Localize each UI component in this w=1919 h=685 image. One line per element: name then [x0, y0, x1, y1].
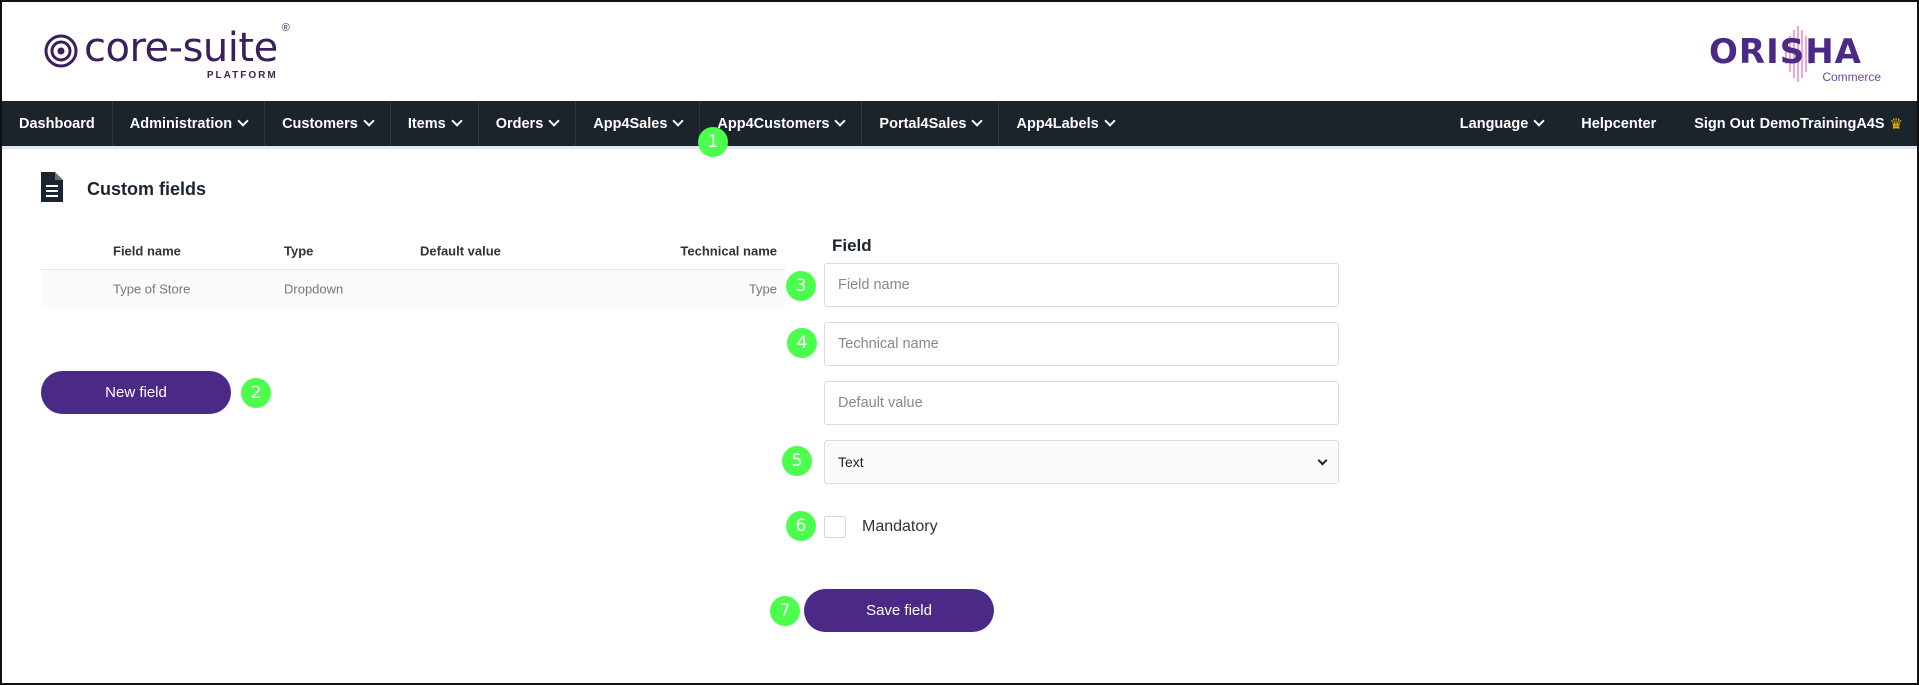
annotation-badge-7: 7	[770, 596, 800, 626]
nav-app4sales[interactable]: App4Sales	[576, 101, 701, 146]
annotation-badge-3: 3	[786, 271, 816, 301]
partner-subtitle: Commerce	[1822, 70, 1881, 84]
crown-icon: ♛	[1889, 115, 1903, 133]
nav-administration[interactable]: Administration	[113, 101, 266, 146]
save-field-button[interactable]: Save field	[804, 589, 994, 632]
chevron-down-icon	[451, 115, 463, 127]
nav-label: Administration	[129, 115, 233, 132]
page-title: Custom fields	[87, 179, 207, 199]
chevron-down-icon	[1317, 455, 1328, 465]
technical-name-input[interactable]: Technical name	[824, 322, 1339, 366]
table-header: Field name Type Default value Technical …	[41, 232, 785, 270]
nav-orders[interactable]: Orders	[479, 101, 577, 146]
orisha-logo: ORISHA Commerce	[1709, 24, 1881, 84]
table-row[interactable]: Type of Store Dropdown Type	[41, 270, 785, 308]
nav-label: Customers	[282, 115, 358, 132]
nav-right-group: Language Helpcenter Sign Out DemoTrainin…	[1441, 101, 1917, 146]
main-navbar: Dashboard Administration Customers Items…	[2, 101, 1917, 146]
nav-app4labels[interactable]: App4Labels	[999, 101, 1130, 146]
nav-portal4sales[interactable]: Portal4Sales	[862, 101, 1000, 146]
nav-label: App4Customers	[717, 115, 830, 132]
chevron-down-icon	[971, 115, 984, 127]
core-suite-rings-icon	[44, 34, 78, 68]
core-suite-logo[interactable]: core-suite ® PLATFORM	[44, 22, 290, 81]
default-value-input[interactable]: Default value	[824, 381, 1339, 425]
cell-type: Dropdown	[284, 281, 344, 297]
mandatory-checkbox[interactable]	[824, 516, 846, 538]
nav-label: Items	[407, 115, 446, 132]
nav-label: Portal4Sales	[879, 115, 967, 132]
nav-label: App4Labels	[1016, 115, 1099, 132]
chevron-down-icon	[834, 115, 847, 127]
mandatory-label[interactable]: Mandatory	[862, 518, 938, 536]
column-header-type[interactable]: Type	[284, 243, 313, 258]
brand-subtitle: PLATFORM	[206, 70, 278, 81]
nav-helpcenter[interactable]: Helpcenter	[1562, 101, 1675, 146]
chevron-down-icon	[548, 115, 560, 127]
field-type-selected: Text	[838, 454, 864, 470]
annotation-badge-4: 4	[787, 328, 817, 358]
chevron-down-icon	[1533, 115, 1545, 127]
cell-technical-name: Type	[748, 281, 777, 297]
cell-field-name: Type of Store	[113, 281, 191, 297]
partner-name: ORISHA	[1709, 32, 1862, 72]
form-title: Field	[832, 236, 872, 255]
field-name-input[interactable]: Field name	[824, 263, 1339, 307]
nav-label: Language	[1459, 115, 1529, 132]
new-field-button[interactable]: New field	[41, 371, 231, 414]
nav-dashboard[interactable]: Dashboard	[2, 101, 113, 146]
annotation-badge-5: 5	[782, 446, 812, 476]
nav-language[interactable]: Language	[1441, 101, 1562, 146]
custom-fields-table: Field name Type Default value Technical …	[41, 232, 785, 308]
annotation-badge-1: 1	[698, 127, 728, 157]
chevron-down-icon	[1104, 115, 1116, 127]
brand-registered: ®	[281, 22, 290, 34]
nav-signout[interactable]: Sign Out DemoTrainingA4S ♛	[1675, 101, 1917, 146]
nav-label: Helpcenter	[1581, 115, 1657, 132]
annotation-badge-2: 2	[241, 378, 271, 408]
annotation-badge-6: 6	[786, 511, 816, 541]
column-header-field-name[interactable]: Field name	[113, 243, 181, 258]
nav-label: Orders	[495, 115, 544, 132]
field-type-select[interactable]: Text	[824, 440, 1339, 484]
nav-items[interactable]: Items	[391, 101, 479, 146]
brand-name: core-suite	[84, 25, 278, 71]
nav-divider	[2, 146, 1917, 149]
document-icon	[41, 172, 63, 202]
nav-label: App4Sales	[593, 115, 668, 132]
app-header: core-suite ® PLATFORM ORISHA Commerce	[2, 2, 1917, 101]
chevron-down-icon	[672, 115, 685, 127]
column-header-technical-name[interactable]: Technical name	[680, 243, 777, 258]
chevron-down-icon	[363, 115, 375, 127]
signout-username: DemoTrainingA4S	[1759, 115, 1885, 132]
chevron-down-icon	[237, 115, 249, 127]
nav-customers[interactable]: Customers	[265, 101, 391, 146]
signout-label: Sign Out	[1694, 115, 1755, 132]
nav-label: Dashboard	[19, 115, 95, 132]
column-header-default-value[interactable]: Default value	[420, 243, 501, 258]
